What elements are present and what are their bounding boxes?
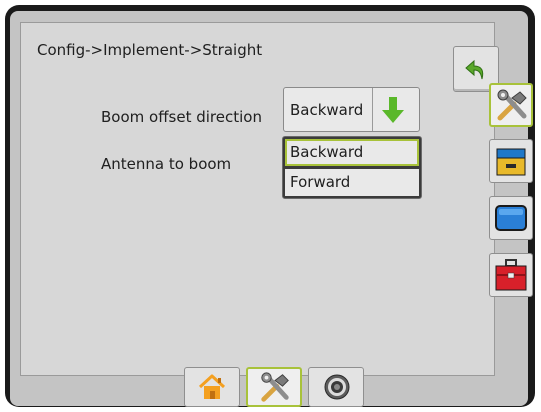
home-icon — [198, 374, 226, 399]
dropdown-option-forward[interactable]: Forward — [285, 169, 419, 196]
side-tab-tools[interactable] — [489, 83, 533, 127]
tools-icon — [261, 372, 289, 402]
boom-offset-direction-label: Boom offset direction — [101, 108, 262, 126]
bottom-nav-bar — [184, 367, 366, 409]
direction-dropdown-list: Backward Forward — [282, 136, 422, 199]
bottom-tab-home[interactable] — [184, 367, 240, 407]
dropdown-option-backward[interactable]: Backward — [285, 139, 419, 166]
antenna-to-boom-label: Antenna to boom — [101, 155, 232, 173]
guidance-icon — [324, 374, 350, 400]
side-tab-toolbox[interactable] — [489, 253, 533, 297]
side-tab-console[interactable] — [489, 139, 533, 183]
toolbox-icon — [495, 259, 527, 291]
config-panel: Config->Implement->Straight Boom offset … — [20, 22, 499, 376]
breadcrumb: Config->Implement->Straight — [37, 41, 263, 59]
console-icon — [496, 148, 526, 176]
bottom-tab-guidance[interactable] — [308, 367, 364, 407]
display-icon — [495, 205, 527, 231]
screen: Config->Implement->Straight Boom offset … — [10, 11, 533, 406]
select-divider — [372, 88, 373, 131]
boom-offset-direction-select[interactable]: Backward — [283, 87, 420, 132]
boom-offset-direction-value: Backward — [290, 101, 364, 119]
tools-icon — [497, 89, 527, 121]
side-tab-display[interactable] — [489, 196, 533, 240]
arrow-down-icon — [382, 97, 404, 123]
bottom-tab-tools[interactable] — [246, 367, 302, 407]
back-arrow-icon — [465, 59, 484, 80]
